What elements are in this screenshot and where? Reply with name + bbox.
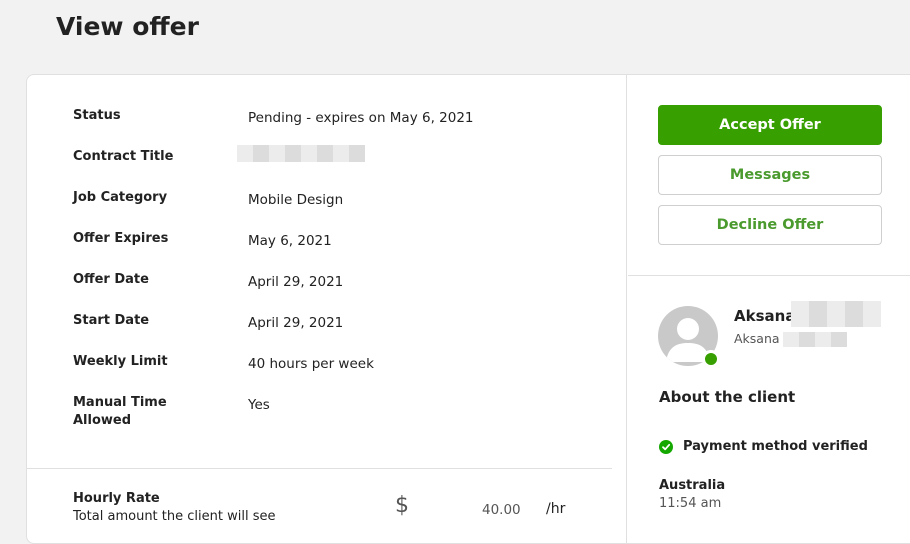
detail-label: Start Date	[73, 313, 150, 328]
hourly-rate-amount: 40.00	[482, 502, 521, 518]
client-handle: Aksana	[734, 331, 780, 346]
detail-value: April 29, 2021	[248, 315, 344, 331]
payment-verified-row: Payment method verified	[659, 439, 868, 454]
about-client-heading: About the client	[659, 388, 796, 406]
check-circle-icon	[659, 439, 673, 454]
detail-label: Offer Expires	[73, 231, 169, 246]
payment-verified-text: Payment method verified	[683, 439, 868, 454]
online-status-icon	[702, 350, 720, 368]
detail-value: 40 hours per week	[248, 356, 374, 372]
hourly-rate-description: Total amount the client will see	[73, 509, 276, 524]
client-country: Australia	[659, 478, 726, 493]
detail-label: Contract Title	[73, 149, 174, 164]
offer-sidebar: Accept Offer Messages Decline Offer Aksa…	[628, 75, 910, 543]
currency-symbol: $	[395, 493, 409, 518]
page-title: View offer	[56, 12, 199, 41]
client-local-time: 11:54 am	[659, 496, 722, 511]
detail-label: Weekly Limit	[73, 354, 168, 369]
detail-value: Pending - expires on May 6, 2021	[248, 110, 474, 126]
detail-label: Status	[73, 108, 121, 123]
accept-offer-button[interactable]: Accept Offer	[658, 105, 882, 145]
detail-label: Offer Date	[73, 272, 149, 287]
detail-label: Manual Time Allowed	[73, 395, 167, 428]
sidebar-divider	[628, 275, 910, 276]
detail-value: April 29, 2021	[248, 274, 344, 290]
detail-value: May 6, 2021	[248, 233, 332, 249]
detail-label: Job Category	[73, 190, 168, 205]
detail-value: Mobile Design	[248, 192, 344, 208]
hourly-rate-label: Hourly Rate	[73, 491, 160, 506]
offer-card: Status Pending - expires on May 6, 2021 …	[26, 74, 910, 544]
redacted-contract-title	[237, 145, 365, 162]
hourly-rate-unit: /hr	[546, 501, 566, 517]
redacted-client-surname	[791, 301, 881, 327]
offer-details-panel: Status Pending - expires on May 6, 2021 …	[27, 75, 627, 543]
client-name: Aksana	[734, 307, 796, 325]
detail-value: Yes	[248, 397, 270, 413]
redacted-client-handle	[783, 332, 847, 347]
messages-button[interactable]: Messages	[658, 155, 882, 195]
section-divider	[27, 468, 612, 469]
decline-offer-button[interactable]: Decline Offer	[658, 205, 882, 245]
